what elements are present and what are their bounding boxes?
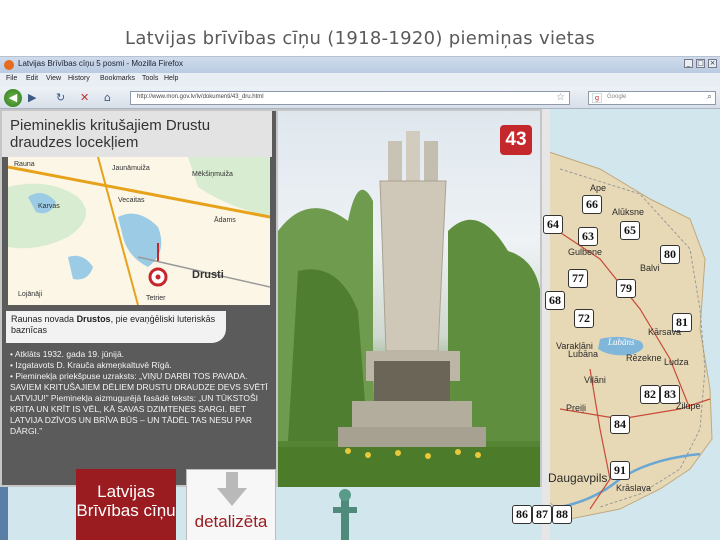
menu-bookmarks[interactable]: Bookmarks [100, 75, 135, 82]
search-icon[interactable]: ⌕ [707, 92, 712, 102]
menu-tools[interactable]: Tools [142, 75, 158, 82]
map-label: Lojānāji [18, 291, 43, 298]
place-label: Rēzekne [626, 353, 662, 363]
location-caption: Raunas novada Drustos, pie evaņģēliski l… [6, 311, 226, 343]
down-arrow-icon [217, 472, 247, 506]
button-label-line2: Brīvības cīņu [76, 501, 176, 520]
title-bar: Latvijas Brīvības cīņu 5 posmi - Mozilla… [0, 57, 720, 73]
reload-icon[interactable]: ↻ [56, 91, 65, 104]
caption-place: Drustos [76, 314, 111, 324]
browser-window: Latvijas Brīvības cīņu 5 posmi - Mozilla… [0, 56, 720, 540]
place-label: Ludza [664, 357, 689, 367]
fact-item: • Atklāts 1932. gada 19. jūnijā. [10, 349, 125, 359]
map-label-drusti: Drusti [192, 269, 224, 281]
map-marker[interactable]: 84 [610, 415, 630, 434]
place-label: Viļāni [584, 375, 606, 385]
stop-icon[interactable]: ✕ [80, 91, 89, 104]
detalizeta-label: detalizēta [194, 512, 268, 531]
map-marker[interactable]: 65 [620, 221, 640, 240]
place-label: Varakļāni [556, 341, 593, 351]
map-label: Tetrier [146, 295, 166, 302]
monument-photo: 43 [278, 109, 542, 487]
maximize-button[interactable]: □ [696, 59, 705, 68]
minimize-button[interactable]: _ [684, 59, 693, 68]
fact-item: • Izgatavots D. Krauča akmeņkaltuvē Rīgā… [10, 360, 172, 370]
search-bar[interactable]: g Google ⌕ [588, 91, 716, 105]
map-marker[interactable]: 80 [660, 245, 680, 264]
place-label: Preiļi [566, 403, 587, 413]
place-label: Krāslava [616, 483, 652, 493]
url-bar[interactable]: http://www.mon.gov.lv/lv/dokumenti/43_dr… [130, 91, 570, 105]
place-label: Kārsava [648, 327, 682, 337]
monument-title: Piemineklis kritušajiem Drustu draudzes … [10, 117, 211, 151]
map-label: Ādams [214, 217, 236, 224]
map-label: Jaunāmuiža [112, 165, 150, 172]
map-marker[interactable]: 64 [543, 215, 563, 234]
location-map-graphic [8, 157, 270, 305]
close-button[interactable]: × [708, 59, 717, 68]
location-map: Jaunāmuiža Mēkšiņmuiža Drusti Karvas Vec… [8, 157, 270, 305]
search-engine-icon[interactable]: g [592, 93, 602, 103]
slide-title: Latvijas brīvības cīņu (1918-1920) piemi… [124, 28, 596, 49]
map-marker[interactable]: 63 [578, 227, 598, 246]
panel-heading: Piemineklis kritušajiem Drustu draudzes … [2, 111, 272, 157]
menu-help[interactable]: Help [164, 75, 178, 82]
map-marker[interactable]: 88 [552, 505, 572, 524]
place-label: Alūksne [612, 207, 645, 217]
statue-thumbnail [333, 489, 357, 540]
map-marker[interactable]: 91 [610, 461, 630, 480]
menu-history[interactable]: History [68, 75, 90, 82]
sidebar-strip [0, 487, 8, 540]
fact-item: • Pieminekļa priekšpuse uzraksts: „VIŅU … [10, 371, 268, 436]
place-label: Daugavpils [548, 471, 608, 485]
place-label: Ape [590, 183, 607, 193]
caption-prefix: Raunas novada [11, 314, 77, 324]
search-input[interactable]: Google [607, 94, 626, 100]
monument-info-panel: Piemineklis kritušajiem Drustu draudzes … [0, 109, 278, 487]
map-marker[interactable]: 79 [616, 279, 636, 298]
menu-edit[interactable]: Edit [26, 75, 38, 82]
forward-icon[interactable]: ▶ [28, 91, 36, 104]
map-marker[interactable]: 86 [512, 505, 532, 524]
button-label-line1: Latvijas [97, 482, 155, 501]
menu-file[interactable]: File [6, 75, 17, 82]
map-marker[interactable]: 68 [545, 291, 565, 310]
place-label: Gulbene [568, 247, 603, 257]
map-marker[interactable]: 87 [532, 505, 552, 524]
lake-label: Lubāns [608, 337, 635, 347]
back-button[interactable]: ◀ [4, 89, 22, 107]
bookmark-star-icon[interactable]: ☆ [556, 92, 565, 103]
monument-facts: • Atklāts 1932. gada 19. jūnijā. • Izgat… [10, 349, 272, 437]
place-label: Zilupe [676, 401, 701, 411]
map-label: Mēkšiņmuiža [192, 171, 233, 178]
place-label: Balvi [640, 263, 660, 273]
url-text: http://www.mon.gov.lv/lv/dokumenti/43_dr… [137, 94, 264, 100]
detalizeta-button[interactable]: detalizēta [186, 469, 276, 540]
monument-number-badge: 43 [500, 125, 532, 155]
map-marker[interactable]: 82 [640, 385, 660, 404]
map-marker[interactable]: 72 [574, 309, 594, 328]
page-content: 66 64 65 63 80 77 79 68 72 81 82 83 84 9… [0, 109, 720, 540]
map-marker[interactable]: 66 [582, 195, 602, 214]
firefox-icon [4, 60, 14, 70]
map-marker[interactable]: 77 [568, 269, 588, 288]
home-icon[interactable]: ⌂ [104, 91, 111, 104]
monument-graphic [278, 131, 540, 487]
map-label: Karvas [38, 203, 60, 210]
navigation-toolbar: ◀ ▶ ↻ ✕ ⌂ http://www.mon.gov.lv/lv/dokum… [0, 87, 720, 109]
latvijas-brivibas-cinu-button[interactable]: Latvijas Brīvības cīņu [76, 469, 176, 540]
map-label: Vecaitas [118, 197, 145, 204]
window-title: Latvijas Brīvības cīņu 5 posmi - Mozilla… [18, 59, 183, 68]
menu-view[interactable]: View [46, 75, 61, 82]
menu-bar: File Edit View History Bookmarks Tools H… [0, 73, 720, 87]
map-label: Rauna [14, 161, 35, 168]
